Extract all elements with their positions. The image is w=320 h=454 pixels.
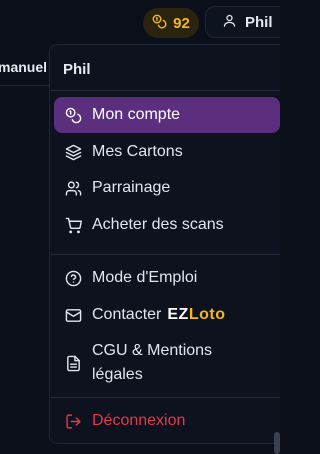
- coins-badge[interactable]: 92: [143, 8, 199, 38]
- user-dropdown-menu: Phil Mon compte Mes Cartons Parrainage A…: [49, 44, 280, 444]
- coins-value: 92: [173, 14, 190, 32]
- app-page: 92 Phil manuel Phil Mon compte Mes Carto…: [0, 0, 280, 454]
- menu-divider: [50, 397, 280, 398]
- menu-item-mode-emploi[interactable]: Mode d'Emploi: [54, 260, 280, 296]
- menu-item-label: Parrainage: [92, 179, 171, 196]
- menu-header: Phil: [63, 61, 91, 78]
- scrollbar-thumb[interactable]: [274, 432, 280, 454]
- users-icon: [64, 179, 82, 197]
- logout-icon: [64, 412, 82, 430]
- menu-item-label: Acheter des scans: [92, 216, 224, 233]
- document-icon: [64, 354, 82, 372]
- menu-item-mon-compte[interactable]: Mon compte: [54, 97, 280, 133]
- coins-icon: [64, 106, 82, 124]
- coins-icon: [152, 14, 167, 33]
- menu-divider: [50, 90, 280, 91]
- user-icon: [222, 13, 237, 32]
- menu-item-deconnexion[interactable]: Déconnexion: [54, 403, 280, 439]
- menu-divider: [50, 254, 280, 255]
- menu-item-cgu[interactable]: CGU & Mentions légales: [54, 337, 280, 389]
- menu-item-label: Mon compte: [92, 106, 181, 123]
- user-name: Phil: [245, 13, 273, 31]
- user-menu-button[interactable]: Phil: [205, 6, 280, 38]
- cart-icon: [64, 216, 82, 234]
- menu-item-acheter-scans[interactable]: Acheter des scans: [54, 207, 280, 243]
- menu-item-parrainage[interactable]: Parrainage: [54, 170, 280, 206]
- layers-icon: [64, 143, 82, 161]
- menu-item-contacter[interactable]: Contacter EZLoto: [54, 297, 280, 333]
- menu-item-label: Déconnexion: [92, 412, 186, 429]
- menu-item-label: Mode d'Emploi: [92, 269, 198, 286]
- ezloto-logo: EZLoto: [167, 306, 226, 323]
- help-circle-icon: [64, 269, 82, 287]
- background-divider: [0, 85, 50, 86]
- menu-item-label: CGU & Mentions légales: [92, 342, 213, 383]
- menu-item-label: Contacter: [92, 306, 162, 323]
- menu-item-mes-cartons[interactable]: Mes Cartons: [54, 134, 280, 170]
- background-nav-label: manuel: [0, 59, 48, 75]
- menu-item-label: Mes Cartons: [92, 143, 183, 160]
- mail-icon: [64, 306, 82, 324]
